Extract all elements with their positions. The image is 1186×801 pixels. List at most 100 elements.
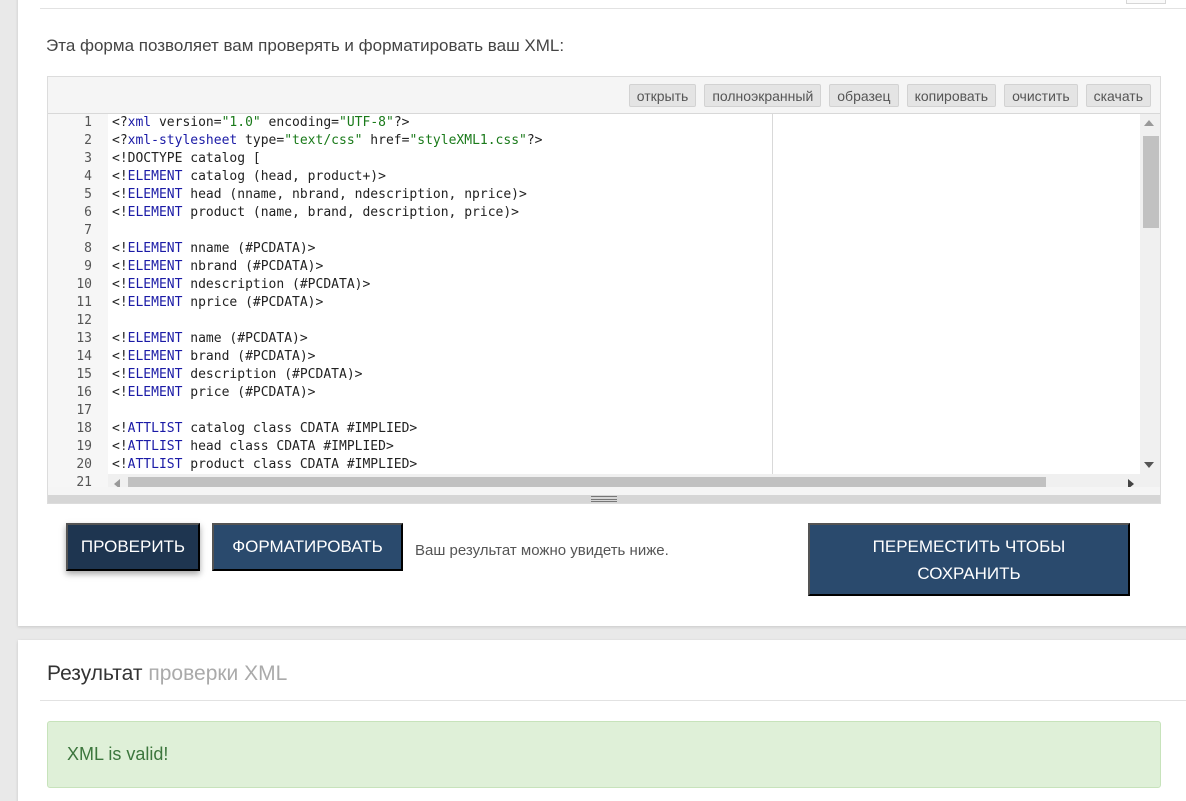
code-line: <!ELEMENT price (#PCDATA)> (108, 384, 772, 402)
vertical-scrollbar[interactable] (1140, 114, 1160, 474)
format-button[interactable]: ФОРМАТИРОВАТЬ (212, 523, 403, 571)
code-token: "1.0" (221, 115, 261, 130)
code-token: brand (#PCDATA)> (182, 349, 316, 364)
code-token: <! (112, 241, 128, 256)
code-token: DOCTYPE (127, 151, 191, 166)
code-token: <! (112, 259, 128, 274)
code-token: xml-stylesheet (127, 133, 238, 148)
code-line: <!ELEMENT head (nname, nbrand, ndescript… (108, 186, 772, 204)
divider (40, 8, 1186, 9)
code-token: price (#PCDATA)> (182, 385, 316, 400)
scroll-up-icon[interactable] (1144, 120, 1154, 126)
editor-resize-handle[interactable] (48, 495, 1160, 503)
line-number: 16 (76, 385, 92, 400)
code-line: <!ATTLIST product class CDATA #IMPLIED> (108, 456, 772, 474)
code-line: <!ELEMENT ndescription (#PCDATA)> (108, 276, 772, 294)
code-token: nname (#PCDATA)> (182, 241, 316, 256)
line-number: 8 (84, 241, 92, 256)
code-token: version= (151, 115, 222, 130)
code-token: description (#PCDATA)> (182, 367, 363, 382)
code-token: ELEMENT (127, 259, 183, 274)
line-number: 21 (76, 475, 92, 487)
code-token: product (name, brand, description, price… (182, 205, 519, 220)
line-number: 17 (76, 403, 92, 418)
vertical-scroll-thumb[interactable] (1143, 136, 1159, 228)
code-token: catalog (head, product+)> (182, 169, 386, 184)
divider (40, 700, 1186, 701)
copy-button[interactable]: копировать (906, 83, 997, 107)
check-button[interactable]: ПРОВЕРИТЬ (66, 523, 200, 571)
code-token: ATTLIST (127, 439, 183, 454)
code-token: encoding= (260, 115, 340, 130)
move-to-save-button[interactable]: ПЕРЕМЕСТИТЬ ЧТОБЫ СОХРАНИТЬ (808, 523, 1130, 596)
code-token: type= (237, 133, 285, 148)
code-token: <! (112, 169, 128, 184)
code-token: product class CDATA #IMPLIED> (182, 457, 418, 472)
code-token: ATTLIST (127, 421, 183, 436)
line-number: 3 (84, 151, 92, 166)
line-number: 18 (76, 421, 92, 436)
code-token: <! (112, 277, 128, 292)
xml-validator-panel: Эта форма позволяет вам проверять и форм… (18, 0, 1186, 626)
result-panel: Результат проверки XML XML is valid! (18, 640, 1186, 801)
download-button[interactable]: скачать (1085, 83, 1151, 107)
code-token: <! (112, 151, 128, 166)
code-token: <! (112, 385, 128, 400)
scroll-left-icon[interactable] (114, 479, 120, 487)
result-hint: Ваш результат можно увидеть ниже. (415, 542, 669, 559)
code-token: <! (112, 349, 128, 364)
code-token: <! (112, 295, 128, 310)
code-token: name (#PCDATA)> (182, 331, 308, 346)
code-token: xml (127, 115, 152, 130)
line-number: 7 (84, 223, 92, 238)
code-token: ELEMENT (127, 187, 183, 202)
scroll-right-icon[interactable] (1128, 479, 1134, 487)
panel-tab (1126, 0, 1166, 4)
code-text-area[interactable]: <?xml version="1.0" encoding="UTF-8"?> <?… (108, 114, 773, 474)
line-number: 1 (84, 115, 92, 130)
code-token: ?> (526, 133, 543, 148)
fullscreen-button[interactable]: полноэкранный (704, 83, 822, 107)
code-line: <!ATTLIST head class CDATA #IMPLIED> (108, 438, 772, 456)
code-token: <! (112, 439, 128, 454)
code-token: ELEMENT (127, 385, 183, 400)
code-token: href= (362, 133, 410, 148)
result-title-muted: проверки XML (148, 662, 288, 685)
code-line: <!ELEMENT description (#PCDATA)> (108, 366, 772, 384)
code-token: ELEMENT (127, 367, 183, 382)
code-token: ?> (393, 115, 410, 130)
code-token: head (nname, nbrand, ndescription, npric… (182, 187, 527, 202)
code-line: <!ELEMENT nprice (#PCDATA)> (108, 294, 772, 312)
sample-button[interactable]: образец (829, 83, 899, 107)
code-token: ELEMENT (127, 277, 183, 292)
code-token: <! (112, 457, 128, 472)
code-token: ELEMENT (127, 349, 183, 364)
code-token: ELEMENT (127, 241, 183, 256)
code-token: <! (112, 187, 128, 202)
code-line: <!ELEMENT brand (#PCDATA)> (108, 348, 772, 366)
line-number: 15 (76, 367, 92, 382)
horizontal-scrollbar[interactable] (108, 474, 1160, 487)
open-button[interactable]: открыть (628, 83, 697, 107)
code-token: <? (112, 115, 128, 130)
scroll-down-icon[interactable] (1144, 462, 1154, 468)
code-token: ELEMENT (127, 295, 183, 310)
line-number: 19 (76, 439, 92, 454)
code-editor-area[interactable]: 1 2 3 4 5 6 7 8 9 10 11 12 13 14 15 16 17 18 19 20 21 <?xml … (48, 113, 1160, 487)
line-number-gutter: 1 2 3 4 5 6 7 8 9 10 11 12 13 14 15 16 17 18 19 20 21 (48, 114, 108, 487)
editor-toolbar: открыть полноэкранный образец копировать… (48, 77, 1160, 113)
clear-button[interactable]: очистить (1004, 83, 1078, 107)
code-token: ELEMENT (127, 205, 183, 220)
xml-editor: открыть полноэкранный образец копировать… (47, 76, 1161, 504)
horizontal-scroll-thumb[interactable] (128, 477, 1046, 487)
resize-grip-icon[interactable] (591, 496, 617, 502)
line-number: 10 (76, 277, 92, 292)
code-token: nprice (#PCDATA)> (182, 295, 324, 310)
code-token: catalog [ (190, 151, 261, 166)
code-token: ATTLIST (127, 457, 183, 472)
result-title-main: Результат (47, 662, 143, 685)
code-token: <? (112, 133, 128, 148)
code-line: <!ELEMENT catalog (head, product+)> (108, 168, 772, 186)
line-number: 12 (76, 313, 92, 328)
